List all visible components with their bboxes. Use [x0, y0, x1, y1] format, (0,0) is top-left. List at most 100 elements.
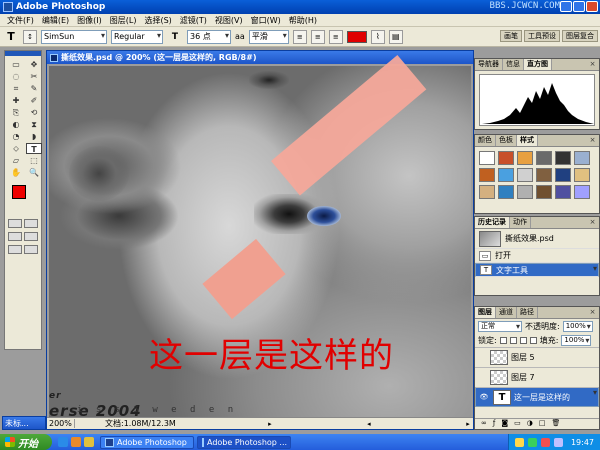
tool-button-19[interactable]: 🔍 — [26, 167, 42, 178]
style-swatch-2[interactable] — [517, 151, 533, 165]
delete-layer-icon[interactable]: 🗑 — [551, 419, 560, 429]
screen-mode-full-button[interactable] — [24, 245, 38, 254]
tab-actions[interactable]: 动作 — [510, 217, 531, 228]
menu-image[interactable]: 图像(I) — [73, 15, 106, 26]
lock-position-checkbox[interactable] — [519, 336, 527, 344]
style-swatch-16[interactable] — [555, 185, 571, 199]
jump-to-imageready-button[interactable] — [8, 245, 22, 254]
lock-transparency-checkbox[interactable] — [499, 336, 507, 344]
text-orientation-icon[interactable]: ↕ — [23, 29, 37, 44]
menu-view[interactable]: 视图(V) — [211, 15, 247, 26]
align-center-button[interactable]: ≡ — [310, 29, 325, 44]
minimize-button[interactable] — [560, 1, 572, 12]
tab-channels[interactable]: 通道 — [496, 307, 517, 318]
layer-row[interactable]: 图层 5 — [475, 347, 599, 367]
tool-button-16[interactable]: ▱ — [8, 155, 24, 166]
tool-button-13[interactable]: ◗ — [26, 131, 42, 142]
image-canvas[interactable]: 这一层是这样的 er erse 2004 i s s S w e d e n — [49, 54, 471, 426]
antialias-select[interactable]: 平滑 — [248, 29, 289, 44]
palette-well-layer-comps[interactable]: 图层复合 — [562, 30, 598, 42]
style-swatch-13[interactable] — [498, 185, 514, 199]
font-family-select[interactable]: SimSun — [41, 29, 107, 44]
font-style-select[interactable]: Regular — [111, 29, 163, 44]
link-layers-icon[interactable]: ∞ — [481, 419, 487, 429]
style-swatch-4[interactable] — [555, 151, 571, 165]
tool-button-4[interactable]: ⌗ — [8, 83, 24, 94]
scroll-left-icon[interactable]: ◂ — [364, 420, 374, 428]
layer-mask-icon[interactable]: ◙ — [501, 419, 508, 429]
tray-volume-icon[interactable] — [553, 437, 563, 447]
tab-paths[interactable]: 路径 — [517, 307, 538, 318]
standard-mode-button[interactable] — [8, 219, 22, 228]
document-window[interactable]: 撕纸效果.psd @ 200% (这一层是这样的, RGB/8#) 这一层是这样… — [46, 50, 474, 430]
close-button[interactable] — [586, 1, 598, 12]
tab-styles[interactable]: 样式 — [517, 135, 538, 146]
layer-row[interactable]: 图层 7 — [475, 367, 599, 387]
tool-button-9[interactable]: ⟲ — [26, 107, 42, 118]
canvas-text-layer[interactable]: 这一层是这样的 — [149, 328, 394, 377]
tab-color[interactable]: 颜色 — [475, 135, 496, 146]
history-item-text-tool[interactable]: T 文字工具 — [475, 263, 599, 277]
palette-close-icon[interactable]: × — [588, 218, 597, 227]
new-layer-icon[interactable]: □ — [539, 419, 546, 429]
style-swatch-6[interactable] — [479, 168, 495, 182]
layer-visibility-icon[interactable]: 👁 — [478, 393, 490, 401]
tab-swatches[interactable]: 色板 — [496, 135, 517, 146]
browser-icon[interactable] — [71, 437, 81, 447]
tab-info[interactable]: 信息 — [503, 59, 524, 70]
taskbar-button-photoshop[interactable]: Adobe Photoshop — [100, 435, 194, 449]
layer-row-selected[interactable]: 👁 T 这一层是这样的 — [475, 387, 599, 407]
history-snapshot[interactable]: 撕纸效果.psd — [475, 229, 599, 249]
tool-button-7[interactable]: ✐ — [26, 95, 42, 106]
palette-well-brushes[interactable]: 画笔 — [500, 30, 522, 42]
menu-window[interactable]: 窗口(W) — [247, 15, 285, 26]
style-swatch-1[interactable] — [498, 151, 514, 165]
tab-history[interactable]: 历史记录 — [475, 217, 510, 228]
opacity-input[interactable]: 100% — [562, 320, 593, 332]
style-swatch-5[interactable] — [574, 151, 590, 165]
tray-security-icon[interactable] — [540, 437, 550, 447]
scroll-right-icon[interactable]: ▸ — [463, 420, 473, 428]
character-palette-icon[interactable]: ▤ — [388, 29, 403, 44]
lock-all-checkbox[interactable] — [529, 336, 537, 344]
tab-layers[interactable]: 图层 — [475, 307, 496, 318]
tool-button-8[interactable]: ⎘ — [8, 107, 24, 118]
screen-mode-standard-button[interactable] — [8, 232, 22, 241]
menu-filter[interactable]: 滤镜(T) — [176, 15, 211, 26]
palette-close-icon[interactable]: × — [588, 308, 597, 317]
palette-close-icon[interactable]: × — [588, 136, 597, 145]
folder-icon[interactable] — [84, 437, 94, 447]
menu-select[interactable]: 选择(S) — [140, 15, 175, 26]
tool-button-3[interactable]: ✂ — [26, 71, 42, 82]
style-swatch-14[interactable] — [517, 185, 533, 199]
adjustment-layer-icon[interactable]: ◑ — [527, 419, 533, 429]
tool-button-2[interactable]: ◌ — [8, 71, 24, 82]
tab-histogram[interactable]: 直方图 — [524, 59, 552, 70]
tool-button-6[interactable]: ✚ — [8, 95, 24, 106]
tool-button-1[interactable]: ✥ — [26, 59, 42, 70]
tab-navigator[interactable]: 导航器 — [475, 59, 503, 70]
screen-mode-full-menu-button[interactable] — [24, 232, 38, 241]
menu-edit[interactable]: 编辑(E) — [38, 15, 73, 26]
taskbar-button-photoshop-2[interactable]: Adobe Photoshop ... — [197, 435, 291, 449]
layer-style-icon[interactable]: ƒ — [493, 419, 495, 429]
style-swatch-3[interactable] — [536, 151, 552, 165]
style-swatch-8[interactable] — [517, 168, 533, 182]
style-swatch-17[interactable] — [574, 185, 590, 199]
style-swatch-10[interactable] — [555, 168, 571, 182]
tool-button-11[interactable]: ⧗ — [26, 119, 42, 130]
font-size-select[interactable]: 36 点 — [187, 29, 231, 44]
style-swatch-0[interactable] — [479, 151, 495, 165]
palette-close-icon[interactable]: × — [588, 60, 597, 69]
tool-button-10[interactable]: ◐ — [8, 119, 24, 130]
text-color-swatch[interactable] — [346, 30, 367, 43]
text-tool-preset-icon[interactable]: T — [3, 30, 19, 43]
align-right-button[interactable]: ≡ — [328, 29, 343, 44]
style-swatch-9[interactable] — [536, 168, 552, 182]
tool-button-17[interactable]: ⬚ — [26, 155, 42, 166]
quickmask-mode-button[interactable] — [24, 219, 38, 228]
foreground-color[interactable] — [12, 185, 26, 199]
style-swatch-12[interactable] — [479, 185, 495, 199]
menu-file[interactable]: 文件(F) — [3, 15, 38, 26]
style-swatch-15[interactable] — [536, 185, 552, 199]
